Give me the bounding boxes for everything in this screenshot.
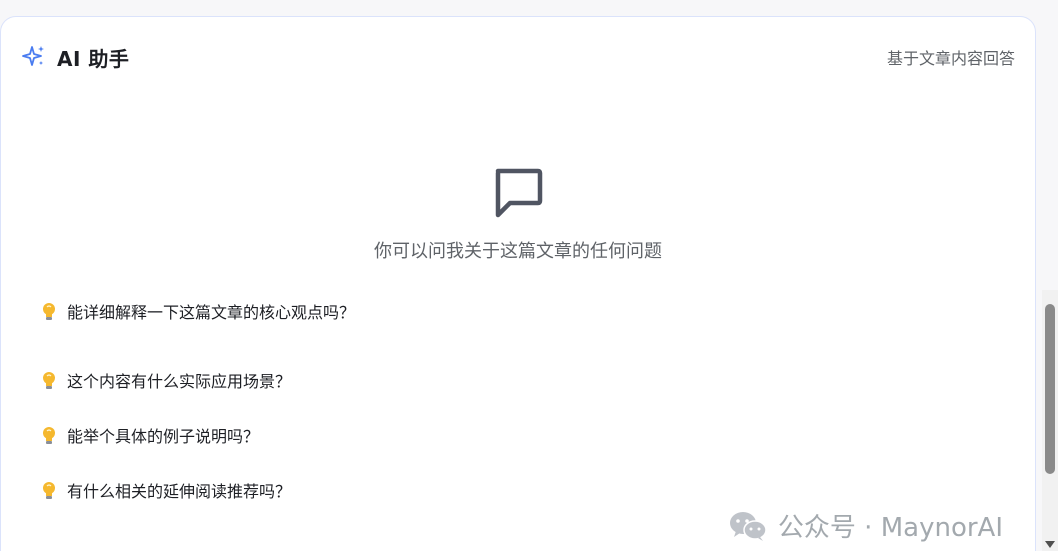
vertical-scrollbar[interactable] (1042, 290, 1058, 551)
ai-assistant-panel: AI 助手 基于文章内容回答 你可以问我关于这篇文章的任何问题 能详细解释一下这… (0, 16, 1036, 551)
suggestion-text: 这个内容有什么实际应用场景？ (67, 371, 292, 391)
chat-bubble-icon (495, 168, 543, 218)
lightbulb-icon (43, 371, 55, 389)
panel-header: AI 助手 基于文章内容回答 (21, 41, 1015, 73)
lightbulb-icon (43, 426, 55, 444)
scrollbar-thumb[interactable] (1045, 304, 1055, 474)
empty-state: 你可以问我关于这篇文章的任何问题 (1, 165, 1035, 263)
lightbulb-icon (43, 481, 55, 499)
suggested-questions: 能详细解释一下这篇文章的核心观点吗？ 这个内容有什么实际应用场景？ 能举个具体的… (39, 297, 355, 517)
suggestion-item[interactable]: 有什么相关的延伸阅读推荐吗？ (39, 462, 355, 517)
wechat-icon (729, 511, 767, 541)
sparkle-icon (22, 46, 44, 66)
empty-state-text: 你可以问我关于这篇文章的任何问题 (374, 241, 662, 262)
panel-title: AI 助手 (57, 46, 130, 71)
watermark: 公众号 · MaynorAI (728, 507, 1003, 544)
scroll-down-arrow-icon[interactable] (1045, 541, 1055, 548)
title-group: AI 助手 (21, 43, 129, 72)
lightbulb-icon (43, 303, 55, 320)
suggestion-text: 能详细解释一下这篇文章的核心观点吗？ (67, 303, 356, 322)
suggestion-item[interactable]: 能举个具体的例子说明吗？ (39, 407, 355, 462)
suggestion-item[interactable]: 这个内容有什么实际应用场景？ (39, 352, 355, 407)
suggestion-text: 能举个具体的例子说明吗？ (67, 426, 260, 446)
suggestion-text: 有什么相关的延伸阅读推荐吗？ (67, 481, 292, 501)
watermark-text: 公众号 · MaynorAI (777, 513, 1003, 543)
suggestion-item[interactable]: 能详细解释一下这篇文章的核心观点吗？ (39, 297, 355, 325)
app-viewport: AI 助手 基于文章内容回答 你可以问我关于这篇文章的任何问题 能详细解释一下这… (0, 0, 1058, 551)
panel-subtitle: 基于文章内容回答 (886, 49, 1015, 68)
